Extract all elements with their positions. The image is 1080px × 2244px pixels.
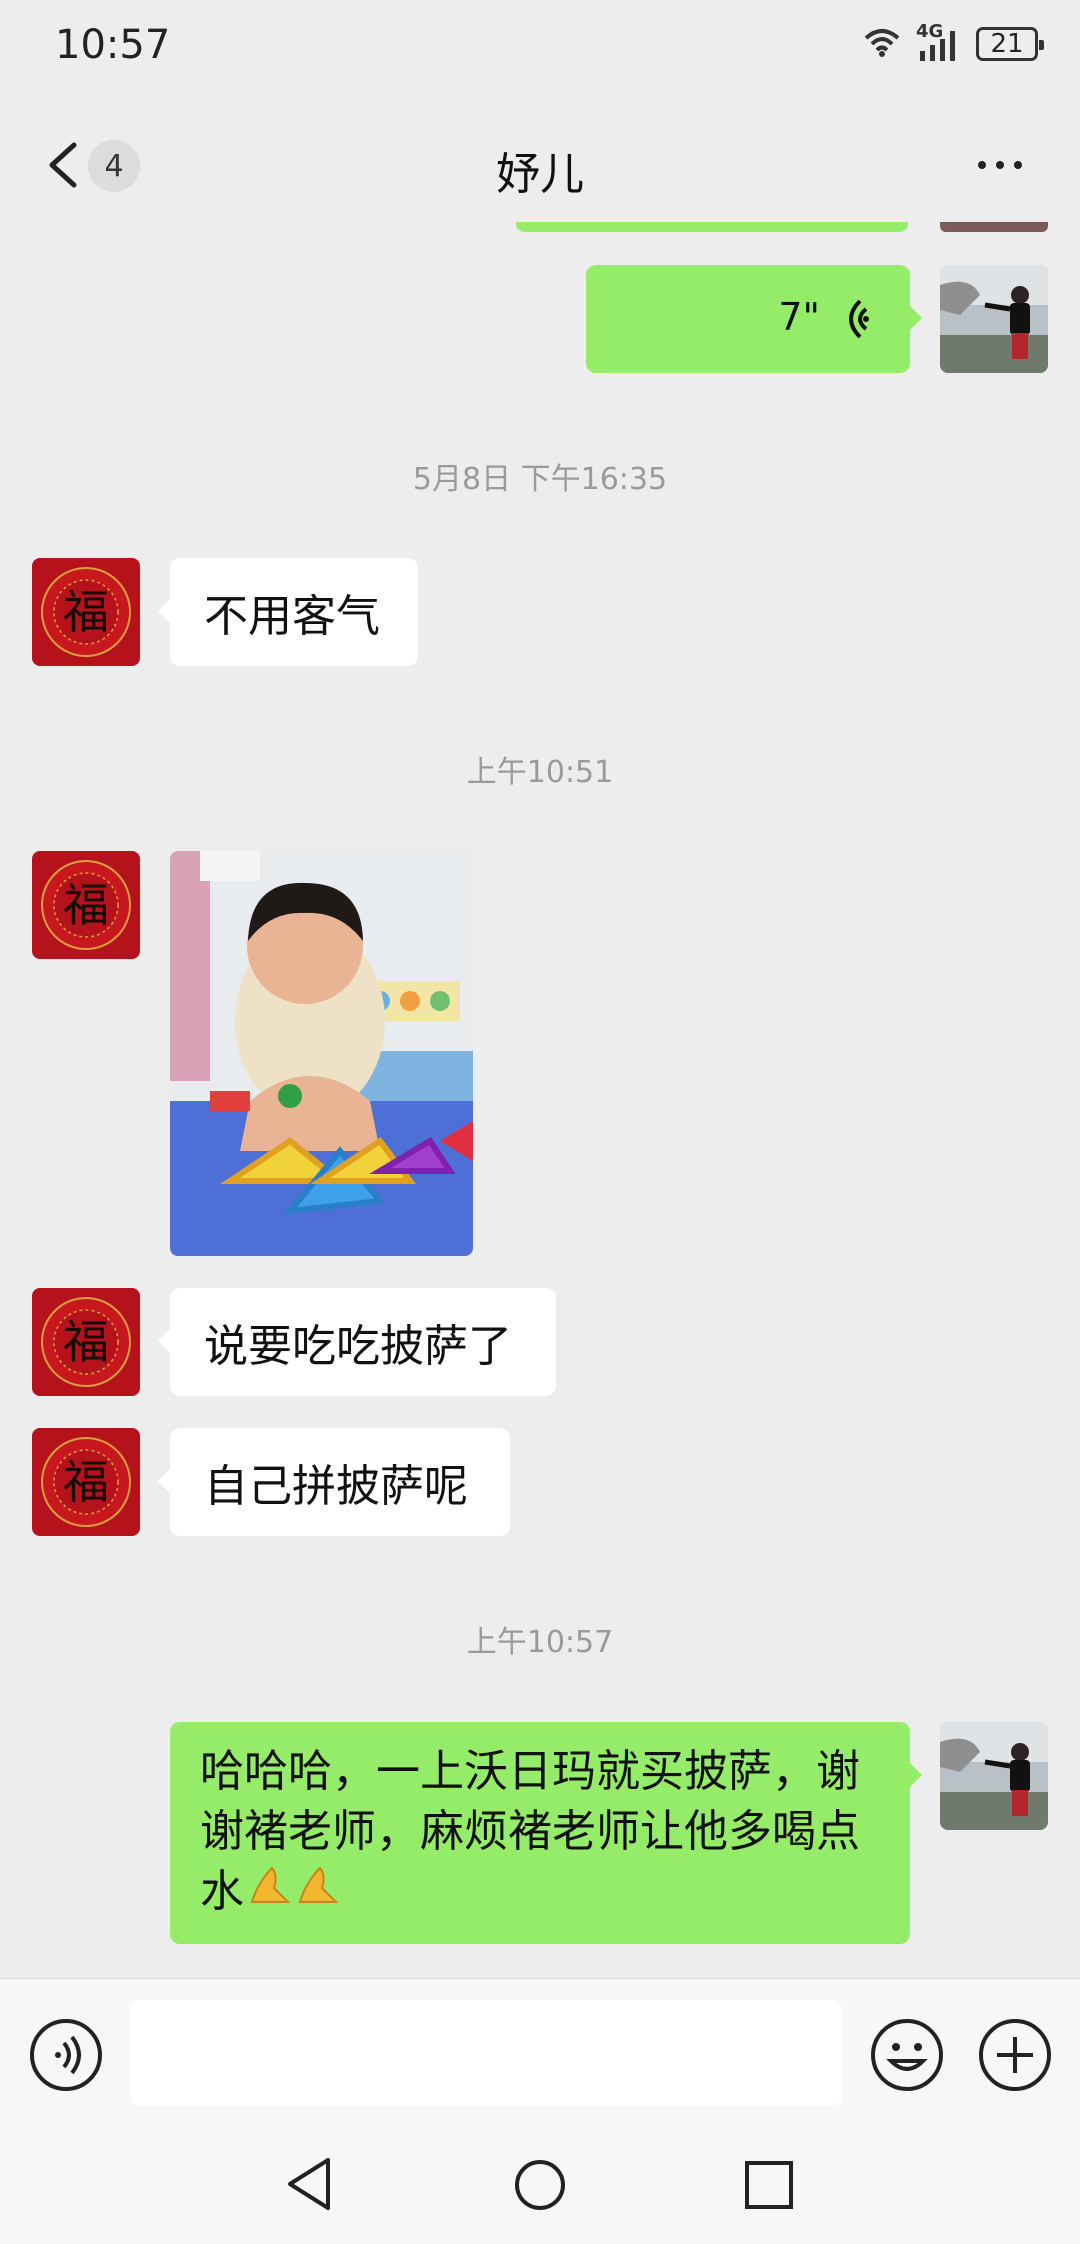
status-icons: 4G 21 [862,21,1044,62]
contact-avatar[interactable]: 福 [32,1288,140,1396]
message-text: 不用客气 [204,591,380,642]
wifi-icon [862,26,902,62]
svg-text:福: 福 [63,585,109,639]
status-time: 10:57 [55,22,171,68]
message-bubble-incoming[interactable]: 说要吃吃披萨了 [158,1288,556,1396]
message-line: 谢褚老师，麻烦褚老师让他多喝点 [200,1806,860,1857]
nav-recents-icon[interactable] [744,2160,794,2214]
message-text: 自己拼披萨呢 [204,1461,468,1512]
timestamp-divider: 上午10:57 [466,1625,614,1660]
nav-home-icon[interactable] [513,2158,567,2216]
chat-title: 妤儿 [496,149,584,200]
svg-text:福: 福 [63,1455,109,1509]
network-type: 4G [916,21,944,42]
pray-hands-icon [248,1862,344,1922]
message-text-end: 水 [200,1866,244,1917]
message-input[interactable] [130,2000,842,2106]
message-bubble-incoming[interactable]: 不用客气 [158,558,418,666]
svg-text:福: 福 [63,878,109,932]
contact-avatar[interactable]: 福 [32,1428,140,1536]
more-dots-icon[interactable] [972,150,1032,180]
message-line-last: 水 [200,1862,880,1922]
contact-avatar[interactable]: 福 [32,851,140,959]
timestamp-divider: 上午10:51 [466,755,614,790]
my-avatar[interactable] [940,1722,1048,1830]
plus-icon[interactable] [977,2017,1053,2097]
signal-icon: 4G [916,21,962,61]
contact-avatar[interactable]: 福 [32,558,140,666]
previous-avatar-edge [940,222,1048,232]
battery-icon: 21 [976,27,1044,61]
svg-text:福: 福 [63,1315,109,1369]
previous-bubble-edge [516,222,908,232]
voice-duration: 7" [778,295,820,339]
message-bubble-outgoing[interactable]: 哈哈哈，一上沃日玛就买披萨，谢 谢褚老师，麻烦褚老师让他多喝点 水 [170,1722,922,1944]
emoji-icon[interactable] [869,2017,945,2097]
message-text: 说要吃吃披萨了 [204,1321,512,1372]
my-avatar[interactable] [940,265,1048,373]
voice-toggle-icon[interactable] [28,2017,104,2097]
nav-back-icon[interactable] [284,2156,336,2216]
image-message[interactable] [170,851,473,1256]
voice-wave-icon [838,297,870,352]
voice-message-bubble[interactable]: 7" [586,265,922,373]
message-line: 哈哈哈，一上沃日玛就买披萨，谢 [200,1746,860,1797]
timestamp-divider: 5月8日 下午16:35 [412,462,668,497]
battery-level: 21 [990,29,1024,59]
message-bubble-incoming[interactable]: 自己拼披萨呢 [158,1428,510,1536]
